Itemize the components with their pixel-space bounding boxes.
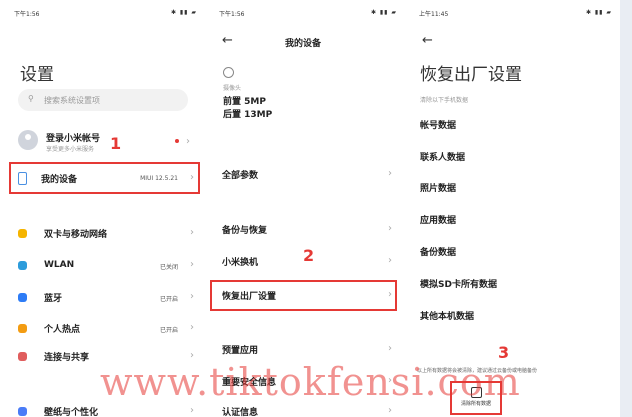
page-title: 设置 — [20, 65, 54, 85]
search-icon: ⚲ — [28, 94, 34, 103]
watermark: www.tiktokfensi.com — [100, 360, 521, 404]
device-menu-label: 预置应用 — [222, 345, 259, 356]
status-time: 上午11:45 — [419, 11, 449, 18]
status-bar: 下午1:56 ✱ ▮▮ ▰ — [14, 9, 197, 21]
account-title[interactable]: 登录小米帐号 — [46, 131, 100, 144]
settings-item-value: 已开启 — [159, 327, 178, 334]
settings-item-label: WLAN — [44, 260, 75, 270]
device-menu-item[interactable]: 小米换机 › — [222, 248, 392, 274]
device-menu-label: 恢复出厂设置 — [222, 291, 277, 302]
step-marker-1: 1 — [110, 134, 122, 153]
avatar[interactable] — [18, 130, 38, 150]
chevron-right-icon: › — [388, 223, 392, 234]
account-subtitle: 享受更多小米服务 — [46, 146, 95, 153]
back-arrow-icon[interactable]: ← — [222, 33, 233, 48]
chevron-right-icon: › — [190, 227, 194, 238]
chevron-right-icon: › — [186, 136, 190, 147]
status-time: 下午1:56 — [14, 11, 40, 18]
settings-item-label: 个人热点 — [44, 324, 81, 335]
status-bar: 下午1:56 ✱ ▮▮ ▰ — [219, 9, 397, 21]
my-device-panel: 下午1:56 ✱ ▮▮ ▰ ← 我的设备 摄像头 前置 5MP 后置 13MP … — [205, 0, 405, 417]
chevron-right-icon: › — [388, 405, 392, 416]
device-menu-item[interactable]: 恢复出厂设置 › — [222, 282, 392, 308]
sim-icon — [18, 228, 27, 238]
settings-item-value: 已开启 — [159, 296, 178, 303]
reset-data-item: 备份数据 — [420, 248, 457, 258]
chevron-right-icon: › — [388, 289, 392, 300]
device-menu-label: 备份与恢复 — [222, 225, 268, 236]
settings-item-value: 已关闭 — [159, 264, 178, 271]
my-device-version: MIUI 12.5.21 — [140, 175, 178, 182]
my-device-label: 我的设备 — [41, 174, 78, 185]
chevron-right-icon: › — [190, 172, 194, 183]
page-title: 我的设备 — [285, 39, 322, 49]
settings-item-label: 双卡与移动网络 — [44, 229, 108, 240]
device-menu-label: 小米换机 — [222, 257, 259, 268]
notification-dot — [175, 139, 179, 143]
chevron-right-icon: › — [190, 259, 194, 270]
page-title: 恢复出厂设置 — [420, 65, 522, 85]
chevron-right-icon: › — [388, 343, 392, 354]
wifi-icon — [18, 260, 27, 270]
status-icons: ✱ ▮▮ ▰ — [170, 9, 197, 16]
device-menu-item[interactable]: 预置应用 › — [222, 336, 392, 362]
wallpaper-icon — [18, 406, 27, 416]
settings-item-label: 蓝牙 — [44, 293, 63, 304]
reset-data-item: 其他本机数据 — [420, 312, 475, 322]
device-menu-label: 认证信息 — [222, 407, 259, 417]
settings-item[interactable]: 蓝牙 已开启 › — [18, 284, 196, 310]
back-arrow-icon[interactable]: ← — [422, 33, 433, 48]
reset-data-item: 照片数据 — [420, 184, 457, 194]
chevron-right-icon: › — [190, 322, 194, 333]
settings-item-label: 壁纸与个性化 — [44, 407, 99, 417]
phone-icon — [18, 171, 27, 185]
settings-item[interactable]: 个人热点 已开启 › — [18, 315, 196, 341]
factory-reset-panel: 上午11:45 ✱ ▮▮ ▰ ← 恢复出厂设置 清除以下手机数据 帐号数据联系人… — [405, 0, 620, 417]
camera-icon — [223, 67, 234, 78]
reset-data-item: 模拟SD卡所有数据 — [420, 280, 497, 290]
chevron-right-icon: › — [388, 255, 392, 266]
chevron-right-icon: › — [190, 291, 194, 302]
status-bar: 上午11:45 ✱ ▮▮ ▰ — [419, 9, 612, 21]
reset-data-item: 应用数据 — [420, 216, 457, 226]
search-placeholder: 搜索系统设置项 — [44, 96, 100, 105]
status-icons: ✱ ▮▮ ▰ — [370, 9, 397, 16]
settings-item[interactable]: 双卡与移动网络 › — [18, 220, 196, 246]
device-menu-item[interactable]: 全部参数 › — [222, 161, 392, 187]
settings-item[interactable]: WLAN 已关闭 › — [18, 252, 196, 278]
device-menu-item[interactable]: 备份与恢复 › — [222, 216, 392, 242]
chevron-right-icon: › — [388, 168, 392, 179]
chevron-right-icon: › — [190, 405, 194, 416]
reset-data-item: 联系人数据 — [420, 153, 466, 163]
settings-panel: 下午1:56 ✱ ▮▮ ▰ 设置 ⚲ 搜索系统设置项 登录小米帐号 享受更多小米… — [0, 0, 205, 417]
camera-front: 前置 5MP — [223, 97, 266, 107]
share-icon — [18, 351, 27, 361]
search-input[interactable]: ⚲ 搜索系统设置项 — [18, 89, 188, 111]
bluetooth-icon — [18, 292, 27, 302]
camera-label: 摄像头 — [223, 85, 242, 92]
right-edge-strip — [620, 0, 632, 417]
camera-rear: 后置 13MP — [223, 110, 273, 120]
reset-subtitle: 清除以下手机数据 — [420, 97, 469, 104]
settings-item-label: 连接与共享 — [44, 352, 90, 363]
status-icons: ✱ ▮▮ ▰ — [585, 9, 612, 16]
my-device-item[interactable]: 我的设备 MIUI 12.5.21 › — [18, 165, 196, 191]
device-menu-label: 全部参数 — [222, 170, 259, 181]
status-time: 下午1:56 — [219, 11, 245, 18]
reset-data-item: 帐号数据 — [420, 121, 457, 131]
hotspot-icon — [18, 323, 27, 333]
